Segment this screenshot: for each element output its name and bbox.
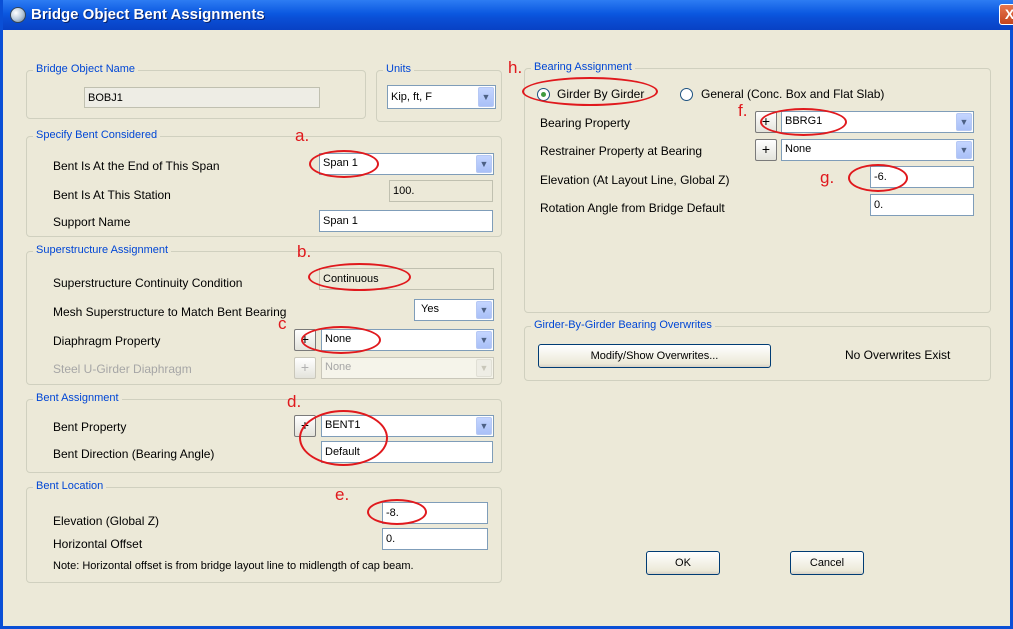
support-name-input[interactable]: Span 1 [319,210,493,232]
annotation-oval-b [308,263,411,291]
rotation-label: Rotation Angle from Bridge Default [540,201,725,215]
annotation-label-a: a. [295,126,310,145]
station-label: Bent Is At This Station [53,188,171,202]
app-icon [10,7,26,23]
annotation-oval-e [367,499,427,525]
title-bar[interactable]: Bridge Object Bent Assignments X [3,0,1013,30]
bridge-object-title: Bridge Object Name [33,63,139,75]
annotation-oval-f [760,108,847,136]
bent-direction-label: Bent Direction (Bearing Angle) [53,447,215,461]
support-name-label: Support Name [53,215,131,229]
chevron-down-icon: ▼ [956,113,972,131]
annotation-label-g: g. [820,168,835,187]
mesh-select[interactable]: Yes ▼ [414,299,494,321]
chevron-down-icon: ▼ [476,359,492,377]
mesh-label: Mesh Superstructure to Match Bent Bearin… [53,305,287,319]
chevron-down-icon: ▼ [956,141,972,159]
bent-property-label: Bent Property [53,420,127,434]
chevron-down-icon: ▼ [478,87,494,107]
rotation-input[interactable]: 0. [870,194,974,216]
bent-considered-title: Specify Bent Considered [33,129,161,141]
overwrites-status: No Overwrites Exist [845,348,951,362]
continuity-label: Superstructure Continuity Condition [53,276,243,290]
overwrites-title: Girder-By-Girder Bearing Overwrites [531,319,715,331]
annotation-oval-c [301,326,381,354]
annotation-oval-g [848,164,908,192]
add-steel-diaphragm-button: + [294,357,316,379]
units-value: Kip, ft, F [391,91,432,103]
units-group: Units Kip, ft, F ▼ [376,63,502,122]
bearing-title: Bearing Assignment [531,61,635,73]
bent-assignment-title: Bent Assignment [33,392,122,404]
chevron-down-icon: ▼ [476,331,492,349]
horizontal-offset-note: Note: Horizontal offset is from bridge l… [53,560,414,572]
bent-location-title: Bent Location [33,480,107,492]
annotation-oval-d [299,410,388,466]
close-button[interactable]: X [999,4,1013,25]
overwrites-group: Girder-By-Girder Bearing Overwrites Modi… [524,319,991,381]
bearing-property-label: Bearing Property [540,116,631,130]
general-label: General (Conc. Box and Flat Slab) [701,87,885,101]
mesh-value: Yes [421,303,439,315]
horizontal-offset-label: Horizontal Offset [53,537,143,551]
superstructure-title: Superstructure Assignment [33,244,172,256]
end-span-label: Bent Is At the End of This Span [53,159,220,173]
annotation-label-b: b. [297,242,312,261]
bridge-object-name-field: BOBJ1 [84,87,320,108]
annotation-oval-h [522,77,658,106]
annotation-label-c: c [278,314,287,333]
annotation-label-d: d. [287,392,302,411]
bent-elevation-label: Elevation (Global Z) [53,514,160,528]
bridge-object-group: Bridge Object Name BOBJ1 [26,63,366,119]
ok-button[interactable]: OK [646,551,720,575]
annotation-label-f: f. [738,101,748,120]
units-title: Units [383,63,415,75]
station-field: 100. [389,180,493,202]
annotation-oval-a [309,150,379,178]
annotation-label-e: e. [335,485,350,504]
bent-considered-group: Specify Bent Considered Bent Is At the E… [26,129,502,237]
steel-diaphragm-select: None ▼ [321,357,494,379]
bent-location-group: Bent Location Elevation (Global Z) -8. H… [26,480,502,583]
units-select[interactable]: Kip, ft, F ▼ [387,85,496,109]
horizontal-offset-input[interactable]: 0. [382,528,488,550]
superstructure-group: Superstructure Assignment Superstructure… [26,244,502,385]
steel-diaphragm-label: Steel U-Girder Diaphragm [53,362,192,376]
bearing-elevation-label: Elevation (At Layout Line, Global Z) [540,173,730,187]
restrainer-value: None [785,143,812,155]
chevron-down-icon: ▼ [476,155,492,173]
chevron-down-icon: ▼ [476,301,492,319]
dialog-window: Bridge Object Bent Assignments X Bridge … [0,0,1013,629]
restrainer-select[interactable]: None ▼ [781,139,974,161]
steel-diaphragm-value: None [325,361,352,373]
window-title: Bridge Object Bent Assignments [31,6,265,23]
diaphragm-label: Diaphragm Property [53,334,161,348]
restrainer-label: Restrainer Property at Bearing [540,144,703,158]
general-radio[interactable] [680,88,693,101]
chevron-down-icon: ▼ [476,417,492,435]
modify-overwrites-button[interactable]: Modify/Show Overwrites... [538,344,771,368]
add-restrainer-button[interactable]: + [755,139,777,161]
bent-assignment-group: Bent Assignment Bent Property + BENT1 ▼ … [26,392,502,473]
annotation-label-h: h. [508,58,523,77]
cancel-button[interactable]: Cancel [790,551,864,575]
